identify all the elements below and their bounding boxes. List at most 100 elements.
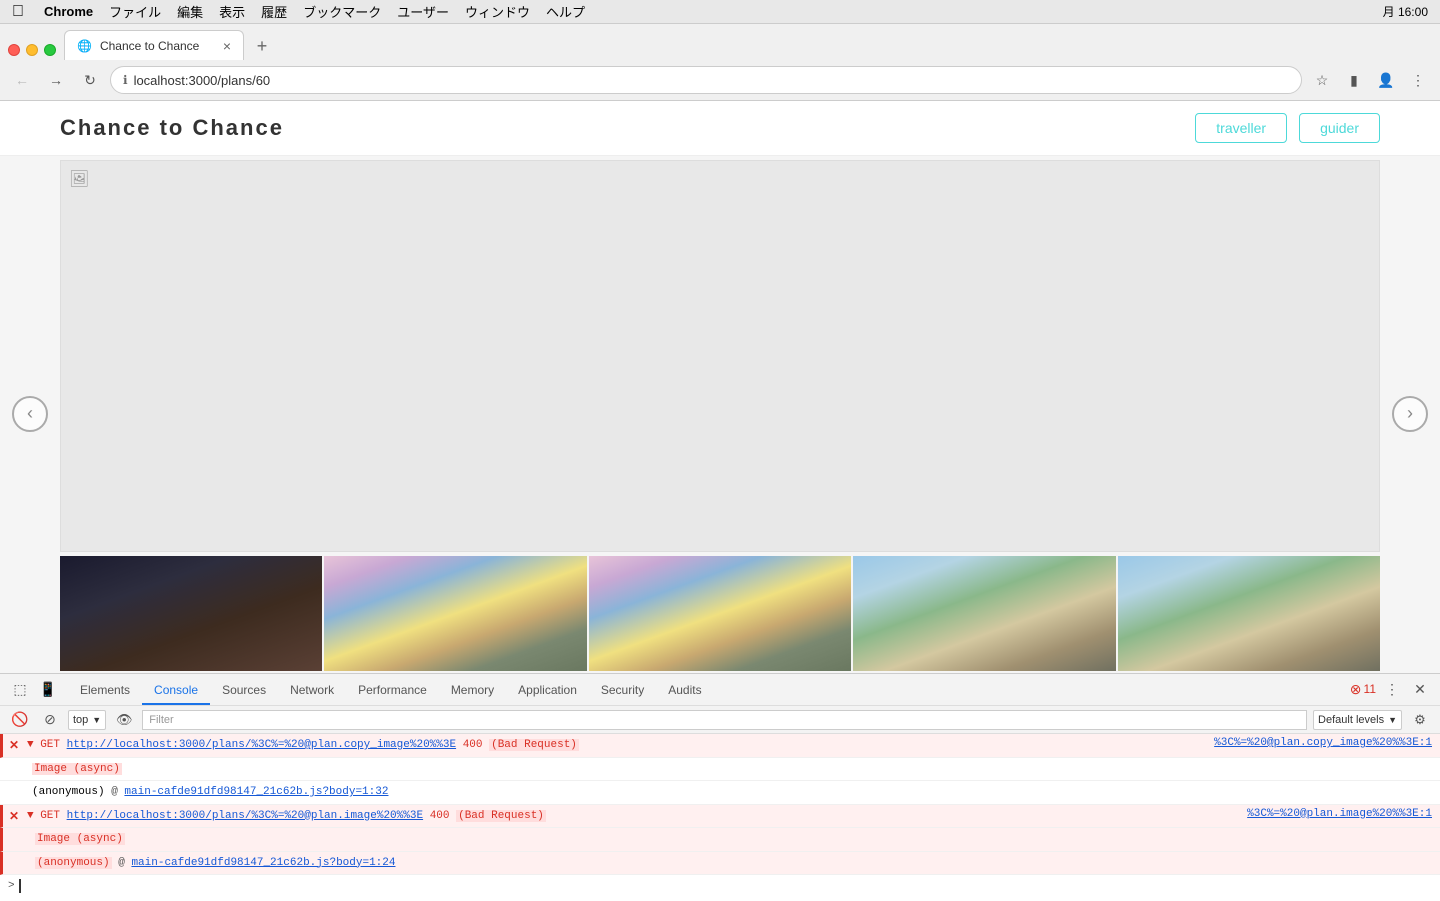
- tab-performance[interactable]: Performance: [346, 677, 439, 705]
- error-badge: ⊗ 11: [1350, 681, 1376, 698]
- tab-console[interactable]: Console: [142, 677, 210, 705]
- error-indicator-2: ✕: [9, 809, 19, 824]
- webpage-content: Chance to Chance traveller guider ‹ 🖼: [0, 101, 1440, 673]
- filter-placeholder: Filter: [149, 714, 173, 726]
- guider-button[interactable]: guider: [1299, 113, 1380, 143]
- browser-tab-active[interactable]: 🌐 Chance to Chance ×: [64, 30, 244, 60]
- back-button[interactable]: ←: [8, 66, 36, 94]
- thumbnail-2[interactable]: [324, 556, 586, 671]
- tab-sources[interactable]: Sources: [210, 677, 278, 705]
- menubar-file[interactable]: ファイル: [109, 2, 161, 21]
- console-eye-button[interactable]: 👁: [112, 710, 136, 730]
- profile-button[interactable]: 👤: [1372, 66, 1400, 94]
- menubar-edit[interactable]: 編集: [177, 2, 203, 21]
- browser-chrome: 🌐 Chance to Chance × + ← → ↻ ℹ localhost…: [0, 24, 1440, 101]
- prompt-cursor[interactable]: [19, 879, 21, 893]
- forward-button[interactable]: →: [42, 66, 70, 94]
- next-button[interactable]: ›: [1392, 396, 1428, 432]
- tab-bar: 🌐 Chance to Chance × +: [0, 24, 1440, 60]
- log-method-2: ▼ GET: [27, 810, 67, 822]
- console-context-select[interactable]: top ▼: [68, 710, 106, 730]
- image-async-label: Image (async): [32, 763, 122, 775]
- devtools-tab-right: ⊗ 11 ⋮ ✕: [1350, 677, 1432, 705]
- chevron-down-icon-levels: ▼: [1388, 715, 1397, 725]
- window-close-button[interactable]: [8, 44, 20, 56]
- console-prompt[interactable]: >: [0, 875, 1440, 897]
- menubar-window[interactable]: ウィンドウ: [465, 2, 530, 21]
- window-minimize-button[interactable]: [26, 44, 38, 56]
- console-levels-select[interactable]: Default levels ▼: [1313, 710, 1402, 730]
- log-sub2-content: (anonymous) @ main-cafde91dfd98147_21c62…: [32, 784, 1432, 801]
- main-image-placeholder: 🖼: [61, 161, 1379, 551]
- devtools-close-button[interactable]: ✕: [1408, 677, 1432, 701]
- error-count: 11: [1364, 682, 1376, 696]
- console-levels-label: Default levels: [1318, 714, 1384, 726]
- reload-button[interactable]: ↻: [76, 66, 104, 94]
- console-log: ✕ ▼ GET http://localhost:3000/plans/%3C%…: [0, 734, 1440, 901]
- console-clear-log-button[interactable]: ⊘: [38, 708, 62, 732]
- menubar-bookmarks[interactable]: ブックマーク: [303, 2, 381, 21]
- tab-security[interactable]: Security: [589, 677, 656, 705]
- menubar:  Chrome ファイル 編集 表示 履歴 ブックマーク ユーザー ウィンドウ…: [0, 0, 1440, 24]
- thumbnail-5[interactable]: [1118, 556, 1380, 671]
- console-settings-button[interactable]: ⚙: [1408, 710, 1432, 730]
- carousel-prev[interactable]: ‹: [0, 156, 60, 671]
- thumbnail-3[interactable]: [589, 556, 851, 671]
- thumbnail-4[interactable]: [853, 556, 1115, 671]
- log-fn-2[interactable]: main-cafde91dfd98147_21c62b.js?body=1:24: [131, 857, 395, 869]
- tab-network[interactable]: Network: [278, 677, 346, 705]
- menubar-user[interactable]: ユーザー: [397, 2, 449, 21]
- devtools-more-button[interactable]: ⋮: [1380, 677, 1404, 701]
- thumbnail-1[interactable]: [60, 556, 322, 671]
- console-clear-button[interactable]: 🚫: [8, 708, 32, 732]
- devtools-panel: ⬚ 📱 Elements Console Sources Network Per…: [0, 673, 1440, 901]
- menubar-status: 月 16:00: [1383, 3, 1428, 20]
- tab-application[interactable]: Application: [506, 677, 589, 705]
- tab-close-button[interactable]: ×: [223, 39, 231, 53]
- log-anonymous-1: (anonymous): [32, 786, 111, 798]
- new-tab-button[interactable]: +: [248, 32, 276, 60]
- tab-audits[interactable]: Audits: [656, 677, 713, 705]
- traveller-button[interactable]: traveller: [1195, 113, 1287, 143]
- log-sub2-content-2: (anonymous) @ main-cafde91dfd98147_21c62…: [35, 855, 1432, 872]
- log-status-text-2: (Bad Request): [456, 810, 546, 822]
- prev-button[interactable]: ‹: [12, 396, 48, 432]
- menubar-chrome[interactable]: Chrome: [44, 4, 93, 19]
- log-source-1[interactable]: %3C%=%20@plan.copy_image%20%%3E:1: [1206, 737, 1432, 749]
- log-method: ▼ GET: [27, 739, 67, 751]
- log-entry-1-sub1: Image (async): [0, 758, 1440, 782]
- log-url-1[interactable]: http://localhost:3000/plans/%3C%=%20@pla…: [67, 739, 456, 751]
- console-filter-input[interactable]: Filter: [142, 710, 1307, 730]
- carousel-area: ‹ 🖼: [0, 156, 1440, 671]
- devtools-tabbar: ⬚ 📱 Elements Console Sources Network Per…: [0, 674, 1440, 706]
- window-maximize-button[interactable]: [44, 44, 56, 56]
- carousel-content: 🖼: [60, 156, 1380, 671]
- log-entry-2: ✕ ▼ GET http://localhost:3000/plans/%3C%…: [0, 805, 1440, 829]
- address-input[interactable]: ℹ localhost:3000/plans/60: [110, 66, 1302, 94]
- log-content-2: ▼ GET http://localhost:3000/plans/%3C%=%…: [27, 808, 1239, 825]
- menubar-help[interactable]: ヘルプ: [546, 2, 585, 21]
- tab-memory[interactable]: Memory: [439, 677, 506, 705]
- site-title: Chance to Chance: [60, 115, 284, 141]
- log-url-2[interactable]: http://localhost:3000/plans/%3C%=%20@pla…: [67, 810, 423, 822]
- devtools-inspect-button[interactable]: ⬚: [8, 677, 32, 701]
- log-fn-1[interactable]: main-cafde91dfd98147_21c62b.js?body=1:32: [124, 786, 388, 798]
- log-entry-1-partial: ✕ ▼ GET http://localhost:3000/plans/%3C%…: [0, 734, 1440, 758]
- devtools-left-icons: ⬚ 📱: [8, 677, 60, 705]
- bookmark-button[interactable]: ☆: [1308, 66, 1336, 94]
- menubar-view[interactable]: 表示: [219, 2, 245, 21]
- log-sub1-content: Image (async): [32, 761, 1432, 778]
- tab-favicon: 🌐: [77, 39, 92, 53]
- apple-menu[interactable]: : [12, 3, 24, 21]
- log-source-2[interactable]: %3C%=%20@plan.image%20%%3E:1: [1239, 808, 1432, 820]
- carousel-next[interactable]: ›: [1380, 156, 1440, 671]
- menu-button[interactable]: ⋮: [1404, 66, 1432, 94]
- log-at-1: @: [111, 786, 124, 798]
- cast-button[interactable]: ▮: [1340, 66, 1368, 94]
- console-context-label: top: [73, 714, 88, 726]
- devtools-device-button[interactable]: 📱: [36, 677, 60, 701]
- tab-elements[interactable]: Elements: [68, 677, 142, 705]
- prompt-arrow: >: [8, 880, 15, 892]
- menubar-history[interactable]: 履歴: [261, 2, 287, 21]
- log-entry-2-sub1: Image (async): [0, 828, 1440, 852]
